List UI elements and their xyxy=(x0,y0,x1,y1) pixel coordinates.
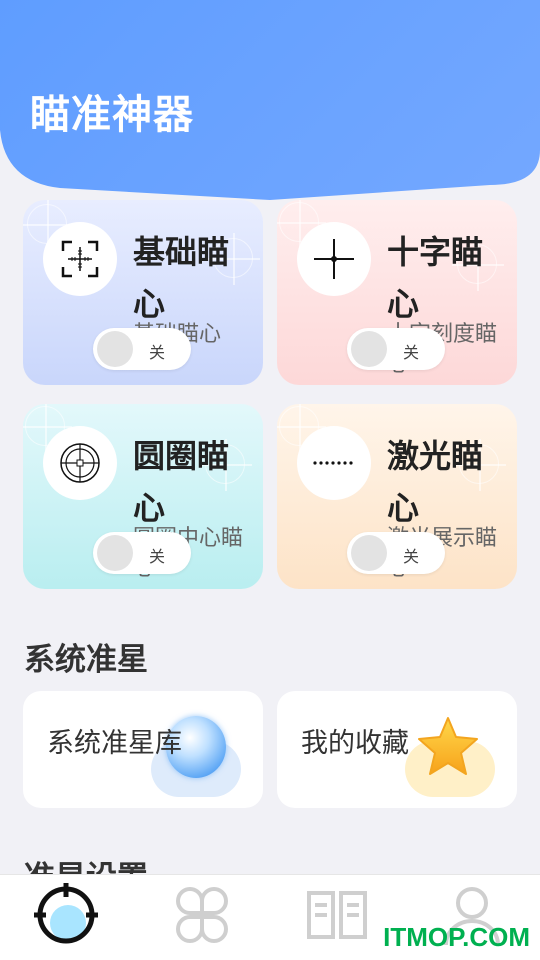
circle-crosshair-icon xyxy=(43,426,117,500)
toggle-label: 关 xyxy=(403,343,420,362)
system-crosshair-library-button[interactable]: 系统准星库 xyxy=(23,691,263,808)
card-title: 圆圈瞄心 xyxy=(133,437,230,527)
card-title: 激光瞄心 xyxy=(387,437,484,527)
star-icon xyxy=(418,717,478,775)
crosshair-toggle[interactable]: 关 xyxy=(93,328,191,370)
crosshair-card-laser[interactable]: 激光瞄心 激光展示瞄心 关 xyxy=(277,404,517,589)
toggle-knob xyxy=(97,535,133,571)
toggle-label: 关 xyxy=(149,343,166,362)
crosshair-card-cross[interactable]: 十字瞄心 十字刻度瞄心 关 xyxy=(277,200,517,385)
app-title: 瞄准神器 xyxy=(30,92,194,138)
watermark-logo: ITMOP.COM xyxy=(383,922,530,952)
crosshair-toggle[interactable]: 关 xyxy=(347,532,445,574)
crosshair-tab-icon[interactable] xyxy=(34,883,98,947)
my-favorites-label: 我的收藏 xyxy=(301,728,409,759)
card-title: 十字瞄心 xyxy=(387,233,484,323)
bracket-crosshair-icon xyxy=(43,222,117,296)
crosshair-toggle[interactable]: 关 xyxy=(93,532,191,574)
grid-tab-icon[interactable] xyxy=(170,883,234,947)
system-library-label: 系统准星库 xyxy=(47,728,182,759)
toggle-label: 关 xyxy=(403,547,420,566)
toggle-knob xyxy=(351,535,387,571)
card-title: 基础瞄心 xyxy=(133,233,230,323)
laser-dots-icon xyxy=(297,426,371,500)
crosshair-toggle[interactable]: 关 xyxy=(347,328,445,370)
toggle-label: 关 xyxy=(149,547,166,566)
section-title-system: 系统准星 xyxy=(24,642,148,678)
crosshair-card-circle[interactable]: 圆圈瞄心 圆圈中心瞄心 关 xyxy=(23,404,263,589)
toggle-knob xyxy=(97,331,133,367)
my-favorites-button[interactable]: 我的收藏 xyxy=(277,691,517,808)
cross-crosshair-icon xyxy=(297,222,371,296)
book-tab-icon[interactable] xyxy=(305,883,369,947)
toggle-knob xyxy=(351,331,387,367)
crosshair-card-basic[interactable]: 基础瞄心 基础瞄心 关 xyxy=(23,200,263,385)
